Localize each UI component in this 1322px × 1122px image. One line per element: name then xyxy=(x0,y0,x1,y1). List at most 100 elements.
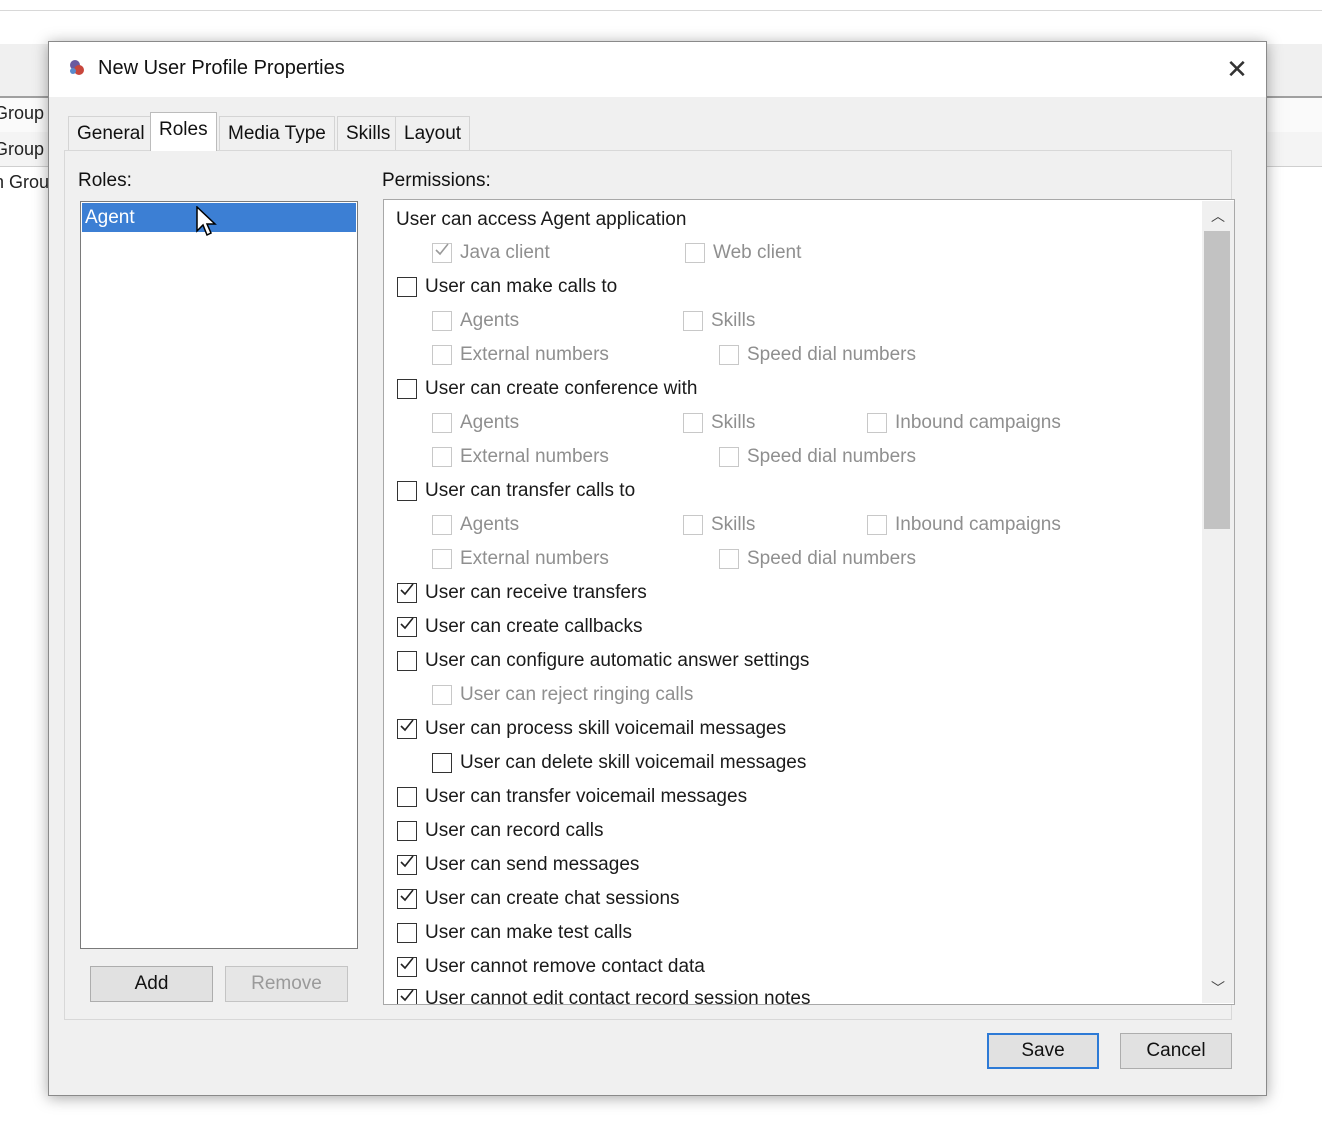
record-calls-label: User can record calls xyxy=(425,820,604,841)
transfer-external-label: External numbers xyxy=(460,548,609,569)
process-voicemail-checkbox[interactable]: User can process skill voicemail message… xyxy=(397,718,786,740)
tab-layout[interactable]: Layout xyxy=(395,116,471,150)
web-client-checkbox[interactable]: Web client xyxy=(685,242,801,264)
chevron-down-icon[interactable]: ﹀ xyxy=(1202,973,1234,1003)
save-button[interactable]: Save xyxy=(987,1033,1099,1069)
conference-external-label: External numbers xyxy=(460,446,609,467)
chevron-up-icon[interactable]: ︿ xyxy=(1202,201,1234,231)
user-profile-dialog: New User Profile Properties ✕ General Ro… xyxy=(48,41,1267,1096)
cannot-remove-contact-label: User cannot remove contact data xyxy=(425,956,705,977)
transfer-external-checkbox[interactable]: External numbers xyxy=(432,548,609,570)
send-messages-checkbox[interactable]: User can send messages xyxy=(397,854,639,876)
tab-roles[interactable]: Roles xyxy=(150,112,217,151)
checkbox-box xyxy=(683,311,703,331)
background-row-label: Group xyxy=(0,103,45,123)
transfer-speed-dial-label: Speed dial numbers xyxy=(747,548,916,569)
checkbox-box xyxy=(397,379,417,399)
app-icon xyxy=(67,58,87,78)
java-client-checkbox[interactable]: Java client xyxy=(432,242,550,264)
auto-answer-checkbox[interactable]: User can configure automatic answer sett… xyxy=(397,650,809,672)
conference-inbound-checkbox[interactable]: Inbound campaigns xyxy=(867,412,1061,434)
title-bar: New User Profile Properties ✕ xyxy=(49,42,1266,97)
conference-label: User can create conference with xyxy=(425,378,698,399)
delete-voicemail-label: User can delete skill voicemail messages xyxy=(460,752,807,773)
test-calls-checkbox[interactable]: User can make test calls xyxy=(397,922,632,944)
checkbox-box xyxy=(867,413,887,433)
make-calls-skills-label: Skills xyxy=(711,310,756,331)
make-calls-external-label: External numbers xyxy=(460,344,609,365)
make-calls-speed-dial-label: Speed dial numbers xyxy=(747,344,916,365)
receive-transfers-checkbox[interactable]: User can receive transfers xyxy=(397,582,647,604)
close-icon[interactable]: ✕ xyxy=(1223,55,1251,83)
reject-ringing-checkbox[interactable]: User can reject ringing calls xyxy=(432,684,693,706)
make-calls-agents-checkbox[interactable]: Agents xyxy=(432,310,519,332)
access-agent-app-heading: User can access Agent application xyxy=(396,209,687,230)
transfer-skills-checkbox[interactable]: Skills xyxy=(683,514,755,536)
tab-media-type[interactable]: Media Type xyxy=(219,116,335,150)
transfer-speed-dial-checkbox[interactable]: Speed dial numbers xyxy=(719,548,916,570)
checkbox-box xyxy=(432,243,452,263)
checkbox-box xyxy=(683,515,703,535)
make-calls-external-checkbox[interactable]: External numbers xyxy=(432,344,609,366)
reject-ringing-label: User can reject ringing calls xyxy=(460,684,694,705)
checkbox-box xyxy=(397,583,417,603)
chat-sessions-checkbox[interactable]: User can create chat sessions xyxy=(397,888,680,910)
permissions-label: Permissions: xyxy=(382,170,491,191)
test-calls-label: User can make test calls xyxy=(425,922,632,943)
checkbox-box xyxy=(397,277,417,297)
checkbox-box xyxy=(397,481,417,501)
send-messages-label: User can send messages xyxy=(425,854,640,875)
cannot-remove-contact-checkbox[interactable]: User cannot remove contact data xyxy=(397,956,705,978)
checkbox-box xyxy=(432,413,452,433)
checkbox-box xyxy=(397,923,417,943)
checkbox-box xyxy=(719,345,739,365)
conference-checkbox[interactable]: User can create conference with xyxy=(397,378,697,400)
make-calls-skills-checkbox[interactable]: Skills xyxy=(683,310,755,332)
conference-skills-checkbox[interactable]: Skills xyxy=(683,412,755,434)
cannot-edit-notes-checkbox[interactable]: User cannot edit contact record session … xyxy=(397,988,810,1004)
create-callbacks-checkbox[interactable]: User can create callbacks xyxy=(397,616,643,638)
checkbox-box xyxy=(432,311,452,331)
roles-label: Roles: xyxy=(78,170,132,191)
transfer-voicemail-checkbox[interactable]: User can transfer voicemail messages xyxy=(397,786,747,808)
cancel-button[interactable]: Cancel xyxy=(1120,1033,1232,1069)
conference-speed-dial-label: Speed dial numbers xyxy=(747,446,916,467)
checkbox-box xyxy=(397,855,417,875)
conference-speed-dial-checkbox[interactable]: Speed dial numbers xyxy=(719,446,916,468)
make-calls-label: User can make calls to xyxy=(425,276,618,297)
checkbox-box xyxy=(432,345,452,365)
checkbox-box xyxy=(397,957,417,977)
make-calls-speed-dial-checkbox[interactable]: Speed dial numbers xyxy=(719,344,916,366)
create-callbacks-label: User can create callbacks xyxy=(425,616,643,637)
transfer-inbound-checkbox[interactable]: Inbound campaigns xyxy=(867,514,1061,536)
scrollbar-thumb[interactable] xyxy=(1204,231,1230,529)
delete-voicemail-checkbox[interactable]: User can delete skill voicemail messages xyxy=(432,752,806,774)
tab-general[interactable]: General xyxy=(68,116,154,150)
checkbox-box xyxy=(397,617,417,637)
add-role-button[interactable]: Add xyxy=(90,966,213,1002)
tab-skills[interactable]: Skills xyxy=(337,116,400,150)
checkbox-box xyxy=(719,549,739,569)
mouse-pointer-icon xyxy=(196,205,218,245)
checkbox-box xyxy=(432,447,452,467)
transfer-calls-checkbox[interactable]: User can transfer calls to xyxy=(397,480,635,502)
cannot-edit-notes-label: User cannot edit contact record session … xyxy=(425,988,811,1004)
transfer-skills-label: Skills xyxy=(711,514,756,535)
conference-skills-label: Skills xyxy=(711,412,756,433)
auto-answer-label: User can configure automatic answer sett… xyxy=(425,650,810,671)
permissions-scrollbar[interactable]: ︿ ﹀ xyxy=(1202,201,1234,1003)
conference-inbound-label: Inbound campaigns xyxy=(895,412,1061,433)
record-calls-checkbox[interactable]: User can record calls xyxy=(397,820,603,842)
checkbox-box xyxy=(719,447,739,467)
role-item-agent[interactable]: Agent xyxy=(82,203,356,232)
conference-agents-label: Agents xyxy=(460,412,520,433)
roles-list[interactable]: Agent xyxy=(80,201,358,949)
make-calls-checkbox[interactable]: User can make calls to xyxy=(397,276,617,298)
remove-role-button[interactable]: Remove xyxy=(225,966,348,1002)
checkbox-box xyxy=(397,889,417,909)
permissions-list[interactable]: User can access Agent application Java c… xyxy=(383,199,1235,1005)
conference-external-checkbox[interactable]: External numbers xyxy=(432,446,609,468)
conference-agents-checkbox[interactable]: Agents xyxy=(432,412,519,434)
transfer-agents-checkbox[interactable]: Agents xyxy=(432,514,519,536)
make-calls-agents-label: Agents xyxy=(460,310,520,331)
